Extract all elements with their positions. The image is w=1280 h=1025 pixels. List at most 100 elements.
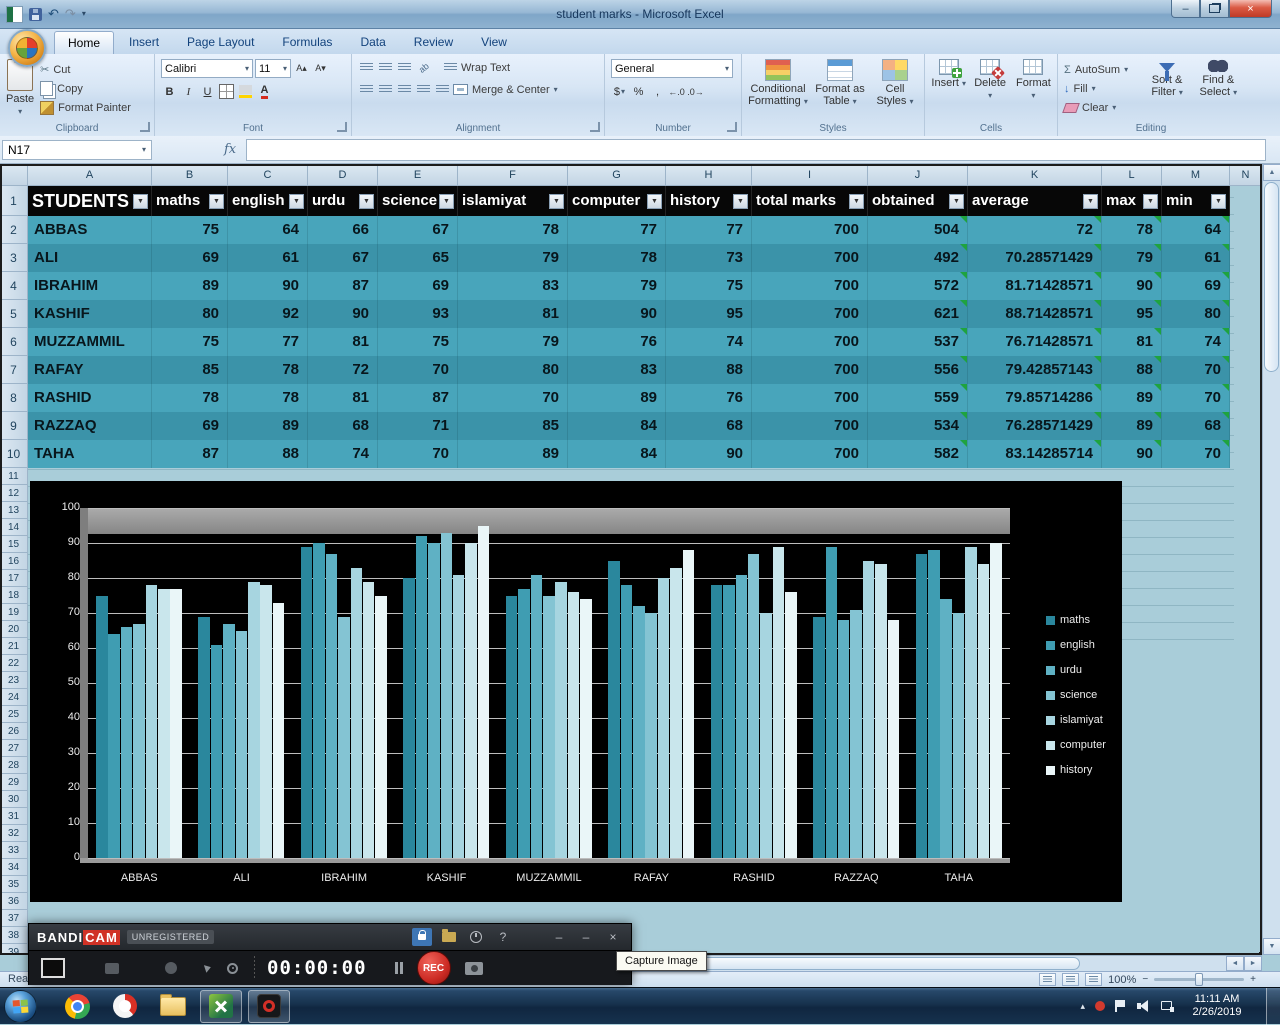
- font-color-button[interactable]: A: [256, 83, 273, 100]
- percent-style-button[interactable]: %: [630, 83, 647, 100]
- lock-button[interactable]: [412, 928, 432, 946]
- zoom-out-button[interactable]: −: [1142, 974, 1148, 985]
- bar-rashid-maths[interactable]: [711, 585, 723, 858]
- bar-taha-urdu[interactable]: [940, 599, 952, 858]
- minimize-button[interactable]: –: [1171, 0, 1200, 18]
- cursor-icon[interactable]: [204, 963, 212, 972]
- insert-cells-button[interactable]: Insert ▾: [931, 59, 966, 90]
- comma-style-button[interactable]: ,: [649, 83, 666, 100]
- bar-razzaq-islamiyat[interactable]: [863, 561, 875, 859]
- bar-razzaq-computer[interactable]: [875, 564, 887, 858]
- bar-taha-islamiyat[interactable]: [965, 547, 977, 859]
- bar-ali-history[interactable]: [273, 603, 285, 859]
- bar-muzzammil-islamiyat[interactable]: [555, 582, 567, 859]
- vertical-scrollbar[interactable]: ▲ ▼: [1262, 164, 1280, 955]
- font-name-select[interactable]: Calibri▾: [161, 59, 253, 78]
- start-button[interactable]: [4, 990, 37, 1023]
- bar-rafay-urdu[interactable]: [633, 606, 645, 858]
- bar-muzzammil-science[interactable]: [543, 596, 555, 859]
- bar-ibrahim-urdu[interactable]: [326, 554, 338, 859]
- merge-center-button[interactable]: Merge & Center▾: [453, 81, 558, 98]
- bar-kashif-history[interactable]: [478, 526, 490, 859]
- collapse-button[interactable]: –: [576, 928, 596, 946]
- record-button[interactable]: REC: [417, 951, 451, 985]
- bar-rashid-english[interactable]: [723, 585, 735, 858]
- bar-rashid-islamiyat[interactable]: [760, 613, 772, 858]
- align-middle-button[interactable]: [377, 59, 394, 76]
- taskbar-clock[interactable]: 11:11 AM 2/26/2019: [1186, 993, 1248, 1019]
- game-capture-icon[interactable]: [105, 963, 119, 974]
- grow-font-button[interactable]: A▴: [293, 60, 310, 77]
- bar-ali-maths[interactable]: [198, 617, 210, 859]
- schedule-button[interactable]: [466, 928, 486, 946]
- bar-rashid-science[interactable]: [748, 554, 760, 859]
- copy-button[interactable]: Copy: [40, 80, 131, 97]
- network-icon[interactable]: [1161, 1001, 1174, 1012]
- bar-kashif-islamiyat[interactable]: [453, 575, 465, 859]
- close-button[interactable]: ×: [603, 928, 623, 946]
- bar-kashif-science[interactable]: [441, 533, 453, 859]
- find-select-button[interactable]: Find & Select ▾: [1197, 59, 1240, 99]
- office-button[interactable]: [8, 29, 46, 67]
- page-break-view-button[interactable]: [1085, 973, 1102, 986]
- bar-taha-maths[interactable]: [916, 554, 928, 859]
- bar-muzzammil-urdu[interactable]: [531, 575, 543, 859]
- scroll-down-button[interactable]: ▼: [1263, 938, 1280, 955]
- normal-view-button[interactable]: [1039, 973, 1056, 986]
- bar-kashif-urdu[interactable]: [428, 543, 440, 858]
- restore-button[interactable]: [1200, 0, 1229, 18]
- align-right-button[interactable]: [396, 81, 413, 98]
- insert-function-button[interactable]: fx: [224, 142, 236, 157]
- show-desktop-button[interactable]: [1266, 988, 1280, 1025]
- bandicam-tray-icon[interactable]: [1095, 1001, 1105, 1011]
- bandicam-window[interactable]: BANDICAM UNREGISTERED ? – – × 00:00:00 R…: [28, 923, 632, 985]
- orientation-button[interactable]: ab: [412, 56, 436, 80]
- bar-rafay-islamiyat[interactable]: [658, 578, 670, 858]
- increase-indent-button[interactable]: [434, 81, 451, 98]
- increase-decimal-button[interactable]: ←.0: [668, 83, 685, 100]
- page-layout-view-button[interactable]: [1062, 973, 1079, 986]
- tab-review[interactable]: Review: [401, 31, 466, 54]
- bar-muzzammil-computer[interactable]: [568, 592, 580, 858]
- format-cells-button[interactable]: Format ▾: [1014, 59, 1053, 102]
- align-center-button[interactable]: [377, 81, 394, 98]
- bar-abbas-english[interactable]: [108, 634, 120, 858]
- taskbar-chrome-button[interactable]: [56, 990, 98, 1023]
- bar-muzzammil-history[interactable]: [580, 599, 592, 858]
- name-box[interactable]: N17▾: [2, 140, 152, 160]
- tab-page-layout[interactable]: Page Layout: [174, 31, 267, 54]
- align-left-button[interactable]: [358, 81, 375, 98]
- tray-expand-button[interactable]: ▴: [1080, 1001, 1085, 1012]
- scroll-up-button[interactable]: ▲: [1263, 164, 1280, 181]
- bar-ali-english[interactable]: [211, 645, 223, 859]
- bar-abbas-computer[interactable]: [158, 589, 170, 859]
- fill-button[interactable]: ↓Fill▾: [1064, 80, 1138, 97]
- volume-icon[interactable]: [1137, 1000, 1151, 1012]
- bold-button[interactable]: B: [161, 83, 178, 100]
- scroll-left-button[interactable]: ◄: [1226, 956, 1244, 971]
- decrease-decimal-button[interactable]: .0→: [687, 83, 704, 100]
- bar-abbas-science[interactable]: [133, 624, 145, 859]
- fill-color-button[interactable]: [237, 83, 254, 100]
- cell-styles-button[interactable]: Cell Styles ▾: [872, 59, 918, 108]
- bar-rashid-history[interactable]: [785, 592, 797, 858]
- bar-ibrahim-maths[interactable]: [301, 547, 313, 859]
- output-folder-button[interactable]: [439, 928, 459, 946]
- bar-abbas-maths[interactable]: [96, 596, 108, 859]
- bar-ali-islamiyat[interactable]: [248, 582, 260, 859]
- font-dialog-launcher[interactable]: [337, 122, 347, 132]
- bar-ali-science[interactable]: [236, 631, 248, 859]
- bar-razzaq-science[interactable]: [850, 610, 862, 859]
- bar-kashif-english[interactable]: [416, 536, 428, 858]
- bar-taha-computer[interactable]: [978, 564, 990, 858]
- clipboard-dialog-launcher[interactable]: [140, 122, 150, 132]
- bar-kashif-computer[interactable]: [465, 543, 477, 858]
- marks-bar-chart[interactable]: 0102030405060708090100ABBASALIIBRAHIMKAS…: [30, 481, 1122, 902]
- border-button[interactable]: [218, 83, 235, 100]
- accounting-format-button[interactable]: $▾: [611, 83, 628, 100]
- number-dialog-launcher[interactable]: [727, 122, 737, 132]
- action-center-flag-icon[interactable]: [1115, 1000, 1127, 1012]
- bar-ibrahim-english[interactable]: [313, 543, 325, 858]
- capture-region-icon[interactable]: [41, 958, 65, 978]
- bar-rafay-computer[interactable]: [670, 568, 682, 859]
